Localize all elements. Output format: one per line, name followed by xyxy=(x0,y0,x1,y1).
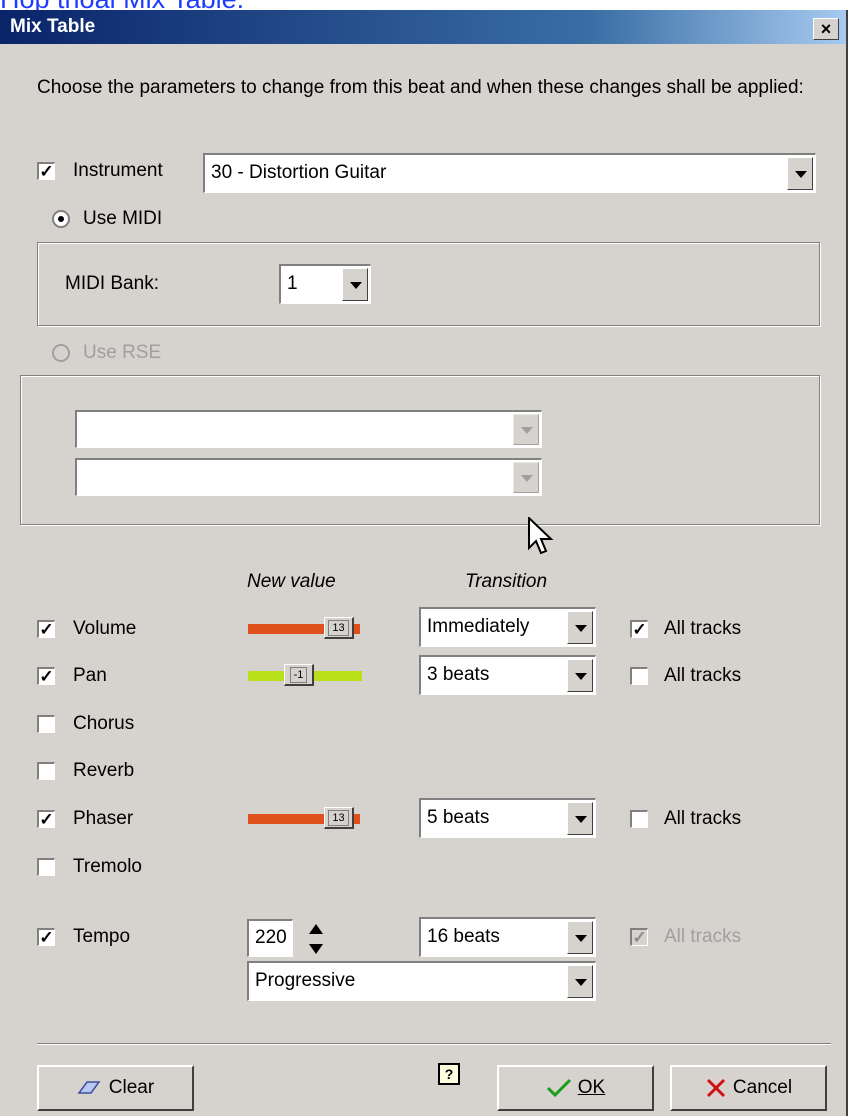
intro-text: Choose the parameters to change from thi… xyxy=(37,77,804,98)
volume-all-tracks-checkbox[interactable]: ✓ xyxy=(630,620,648,638)
footer-divider xyxy=(37,1043,831,1045)
phaser-slider-value: 13 xyxy=(328,810,349,826)
transition-header: Transition xyxy=(465,571,548,592)
tempo-input[interactable]: 220 xyxy=(247,919,293,957)
chevron-down-icon[interactable] xyxy=(567,921,593,954)
phaser-slider[interactable]: 13 xyxy=(248,807,360,829)
phaser-checkbox[interactable]: ✓ xyxy=(37,810,55,828)
volume-slider-thumb[interactable]: 13 xyxy=(324,617,354,639)
chorus-checkbox[interactable] xyxy=(37,715,55,733)
phaser-transition-value: 5 beats xyxy=(427,807,490,828)
instrument-label: Instrument xyxy=(73,160,163,181)
chevron-down-icon[interactable] xyxy=(513,462,539,493)
phaser-slider-thumb[interactable]: 13 xyxy=(324,807,354,829)
cancel-button-label: Cancel xyxy=(732,1077,793,1098)
midi-bank-value: 1 xyxy=(287,273,298,294)
pan-slider-thumb[interactable]: -1 xyxy=(284,664,314,686)
reverb-checkbox[interactable] xyxy=(37,762,55,780)
chevron-down-icon[interactable] xyxy=(342,268,368,301)
tempo-checkbox[interactable]: ✓ xyxy=(37,928,55,946)
chevron-down-icon[interactable] xyxy=(567,659,593,692)
tempo-label: Tempo xyxy=(73,926,131,947)
midi-bank-select[interactable]: 1 xyxy=(279,264,371,304)
use-rse-radio[interactable] xyxy=(52,344,70,362)
tremolo-label: Tremolo xyxy=(73,856,142,877)
mouse-cursor-icon xyxy=(528,517,554,555)
x-cross-icon xyxy=(706,1078,725,1098)
tempo-transition-select[interactable]: 16 beats xyxy=(419,917,596,957)
reverb-label: Reverb xyxy=(73,760,135,781)
pan-slider-value: -1 xyxy=(289,667,308,683)
tempo-transition-value: 16 beats xyxy=(427,926,500,947)
rse-select-1[interactable] xyxy=(75,410,542,448)
clear-button-label: Clear xyxy=(108,1077,155,1098)
pan-all-tracks-label: All tracks xyxy=(664,665,742,686)
ok-button-label: OK xyxy=(577,1077,606,1098)
use-rse-label: Use RSE xyxy=(83,342,162,363)
tempo-all-tracks-checkbox[interactable]: ✓ xyxy=(630,928,648,946)
clear-button[interactable]: Clear xyxy=(37,1065,194,1111)
chevron-down-icon[interactable] xyxy=(567,802,593,835)
eraser-icon xyxy=(77,1081,101,1094)
volume-label: Volume xyxy=(73,618,137,639)
volume-slider[interactable]: 13 xyxy=(248,617,360,639)
instrument-select-value: 30 - Distortion Guitar xyxy=(211,162,387,183)
volume-transition-value: Immediately xyxy=(427,616,530,637)
page-caption: Hộp thoại Mix Table. xyxy=(0,0,848,10)
phaser-label: Phaser xyxy=(73,808,134,829)
new-value-header: New value xyxy=(247,571,336,592)
phaser-all-tracks-checkbox[interactable] xyxy=(630,810,648,828)
volume-checkbox[interactable]: ✓ xyxy=(37,620,55,638)
chevron-down-icon[interactable] xyxy=(513,414,539,445)
volume-transition-select[interactable]: Immediately xyxy=(419,607,596,647)
use-midi-radio[interactable] xyxy=(52,210,70,228)
pan-label: Pan xyxy=(73,665,107,686)
instrument-checkbox[interactable]: ✓ xyxy=(37,162,55,180)
dialog-title: Mix Table xyxy=(10,16,96,37)
volume-slider-value: 13 xyxy=(328,620,349,636)
pan-transition-select[interactable]: 3 beats xyxy=(419,655,596,695)
volume-all-tracks-label: All tracks xyxy=(664,618,742,639)
chevron-down-icon[interactable] xyxy=(567,965,593,998)
tempo-mode-select[interactable]: Progressive xyxy=(247,961,596,1001)
pan-checkbox[interactable]: ✓ xyxy=(37,667,55,685)
pan-transition-value: 3 beats xyxy=(427,664,490,685)
ok-button[interactable]: OK xyxy=(497,1065,654,1111)
help-icon[interactable]: ? xyxy=(438,1063,460,1085)
rse-group xyxy=(20,375,820,525)
use-midi-label: Use MIDI xyxy=(83,208,163,229)
midi-bank-label: MIDI Bank: xyxy=(65,273,159,294)
title-bar: Mix Table × xyxy=(0,10,846,44)
chevron-down-icon[interactable] xyxy=(787,157,813,190)
radio-selected-dot xyxy=(58,216,64,222)
pan-slider[interactable]: -1 xyxy=(248,664,362,686)
instrument-select[interactable]: 30 - Distortion Guitar xyxy=(203,153,816,193)
mix-table-dialog: Mix Table × Choose the parameters to cha… xyxy=(0,10,848,1116)
rse-select-2[interactable] xyxy=(75,458,542,496)
tempo-all-tracks-label: All tracks xyxy=(664,926,742,947)
tempo-spin-arrows-icon[interactable] xyxy=(306,922,326,956)
checkmark-icon xyxy=(546,1078,571,1098)
chorus-label: Chorus xyxy=(73,713,135,734)
phaser-transition-select[interactable]: 5 beats xyxy=(419,798,596,838)
cancel-button[interactable]: Cancel xyxy=(670,1065,827,1111)
close-button[interactable]: × xyxy=(813,18,839,40)
tremolo-checkbox[interactable] xyxy=(37,858,55,876)
chevron-down-icon[interactable] xyxy=(567,611,593,644)
phaser-all-tracks-label: All tracks xyxy=(664,808,742,829)
tempo-mode-value: Progressive xyxy=(255,970,356,991)
pan-all-tracks-checkbox[interactable] xyxy=(630,667,648,685)
